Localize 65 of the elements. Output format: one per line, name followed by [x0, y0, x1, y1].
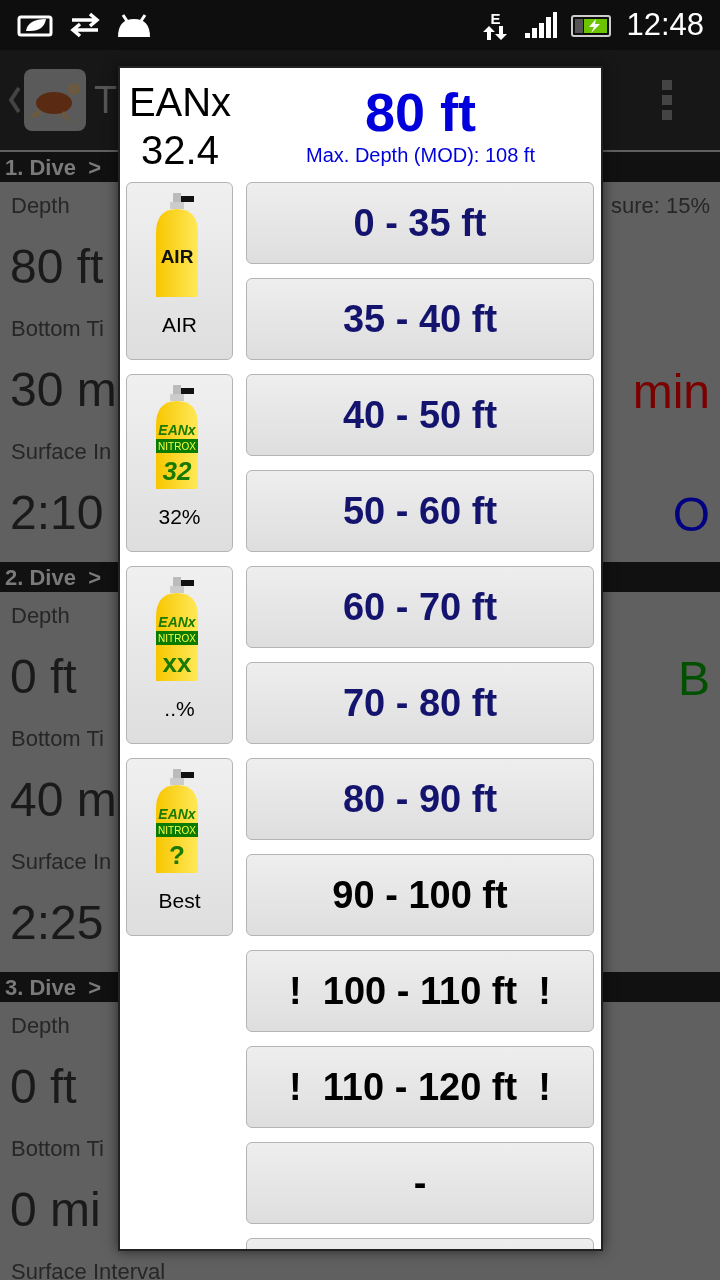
network-type: E — [490, 10, 501, 26]
field-label: Surface In — [11, 437, 112, 466]
depth-range-button[interactable]: 35 - 40 ft — [246, 278, 594, 360]
tank-text: 32 — [162, 456, 191, 486]
depth-range-button[interactable]: 60 - 70 ft — [246, 566, 594, 648]
tank-text: NITROX — [157, 633, 196, 644]
app-title: T — [94, 77, 118, 123]
gas-button[interactable]: AIR AIR — [126, 182, 233, 360]
tank-text: NITROX — [157, 825, 196, 836]
cylinder-icon — [155, 769, 198, 873]
cylinder-icon — [155, 385, 198, 489]
depth-range-button[interactable]: 70 - 80 ft — [246, 662, 594, 744]
depth-range-button[interactable]: 80 - 90 ft — [246, 758, 594, 840]
field-value: min — [632, 364, 710, 420]
field-value: 0 ft — [10, 648, 77, 705]
overflow-menu-icon[interactable] — [662, 80, 672, 120]
field-value: O — [672, 487, 710, 543]
section-title: 2. Dive > — [5, 563, 101, 592]
field-label: Surface In — [11, 847, 112, 876]
tank-text: EANx — [157, 422, 196, 438]
field-value: 40 m — [10, 771, 117, 828]
field-label: Surface Interval — [11, 1257, 166, 1280]
depth-range-button[interactable]: 50 - 60 ft — [246, 470, 594, 552]
field-value: B — [678, 651, 710, 707]
depth-range-button[interactable]: 90 - 100 ft — [246, 854, 594, 936]
signal-icon — [524, 11, 559, 39]
gas-button[interactable]: EANx NITROX ? Best — [126, 758, 233, 936]
back-icon — [8, 87, 20, 113]
field-value: 80 ft — [10, 238, 104, 295]
field-label: Bottom Ti — [11, 314, 104, 343]
field-value: 2:25 — [10, 894, 104, 951]
mod-text: Max. Depth (MOD): 108 ft — [306, 143, 535, 168]
clock: 12:48 — [626, 5, 704, 44]
field-value: 0 mi — [10, 1181, 101, 1238]
field-label: Bottom Ti — [11, 724, 104, 753]
gas-name: EANx — [128, 79, 232, 126]
field-value: 30 m — [10, 361, 117, 418]
field-value: 0 ft — [10, 1058, 77, 1115]
gas-fraction: 32.4 — [141, 127, 219, 174]
depth-range-button[interactable]: 0 - 35 ft — [246, 182, 594, 264]
tank-text: NITROX — [157, 441, 196, 452]
field-label: Depth — [11, 191, 70, 220]
depth-range-button[interactable]: ! 100 - 110 ft ! — [246, 950, 594, 1032]
cylinder-icon — [155, 193, 198, 297]
field-label: Depth — [11, 601, 70, 630]
field-label: sure: 15% — [610, 191, 710, 220]
field-label: Bottom Ti — [11, 1134, 104, 1163]
field-label: Depth — [11, 1011, 70, 1040]
section-title: 1. Dive > — [5, 153, 101, 182]
depth-range-button[interactable]: ! 110 - 120 ft ! — [246, 1046, 594, 1128]
gas-button[interactable]: EANx NITROX 32 32% — [126, 374, 233, 552]
field-value: 2:10 — [10, 484, 104, 541]
gas-button[interactable]: EANx NITROX xx ..% — [126, 566, 233, 744]
tank-text: xx — [162, 648, 191, 678]
depth-range-button[interactable]: 40 - 50 ft — [246, 374, 594, 456]
sync-arrows-icon — [68, 11, 102, 39]
depth-value: 80 ft — [364, 82, 476, 142]
section-title: 3. Dive > — [5, 973, 101, 1002]
depth-range-button[interactable]: - — [246, 1142, 594, 1224]
cylinder-icon — [155, 577, 198, 681]
tank-text: AIR — [160, 246, 193, 267]
tank-text: EANx — [157, 806, 196, 822]
up-down-arrows-icon — [482, 25, 509, 40]
tank-text: ? — [168, 840, 185, 870]
tank-text: EANx — [157, 614, 196, 630]
